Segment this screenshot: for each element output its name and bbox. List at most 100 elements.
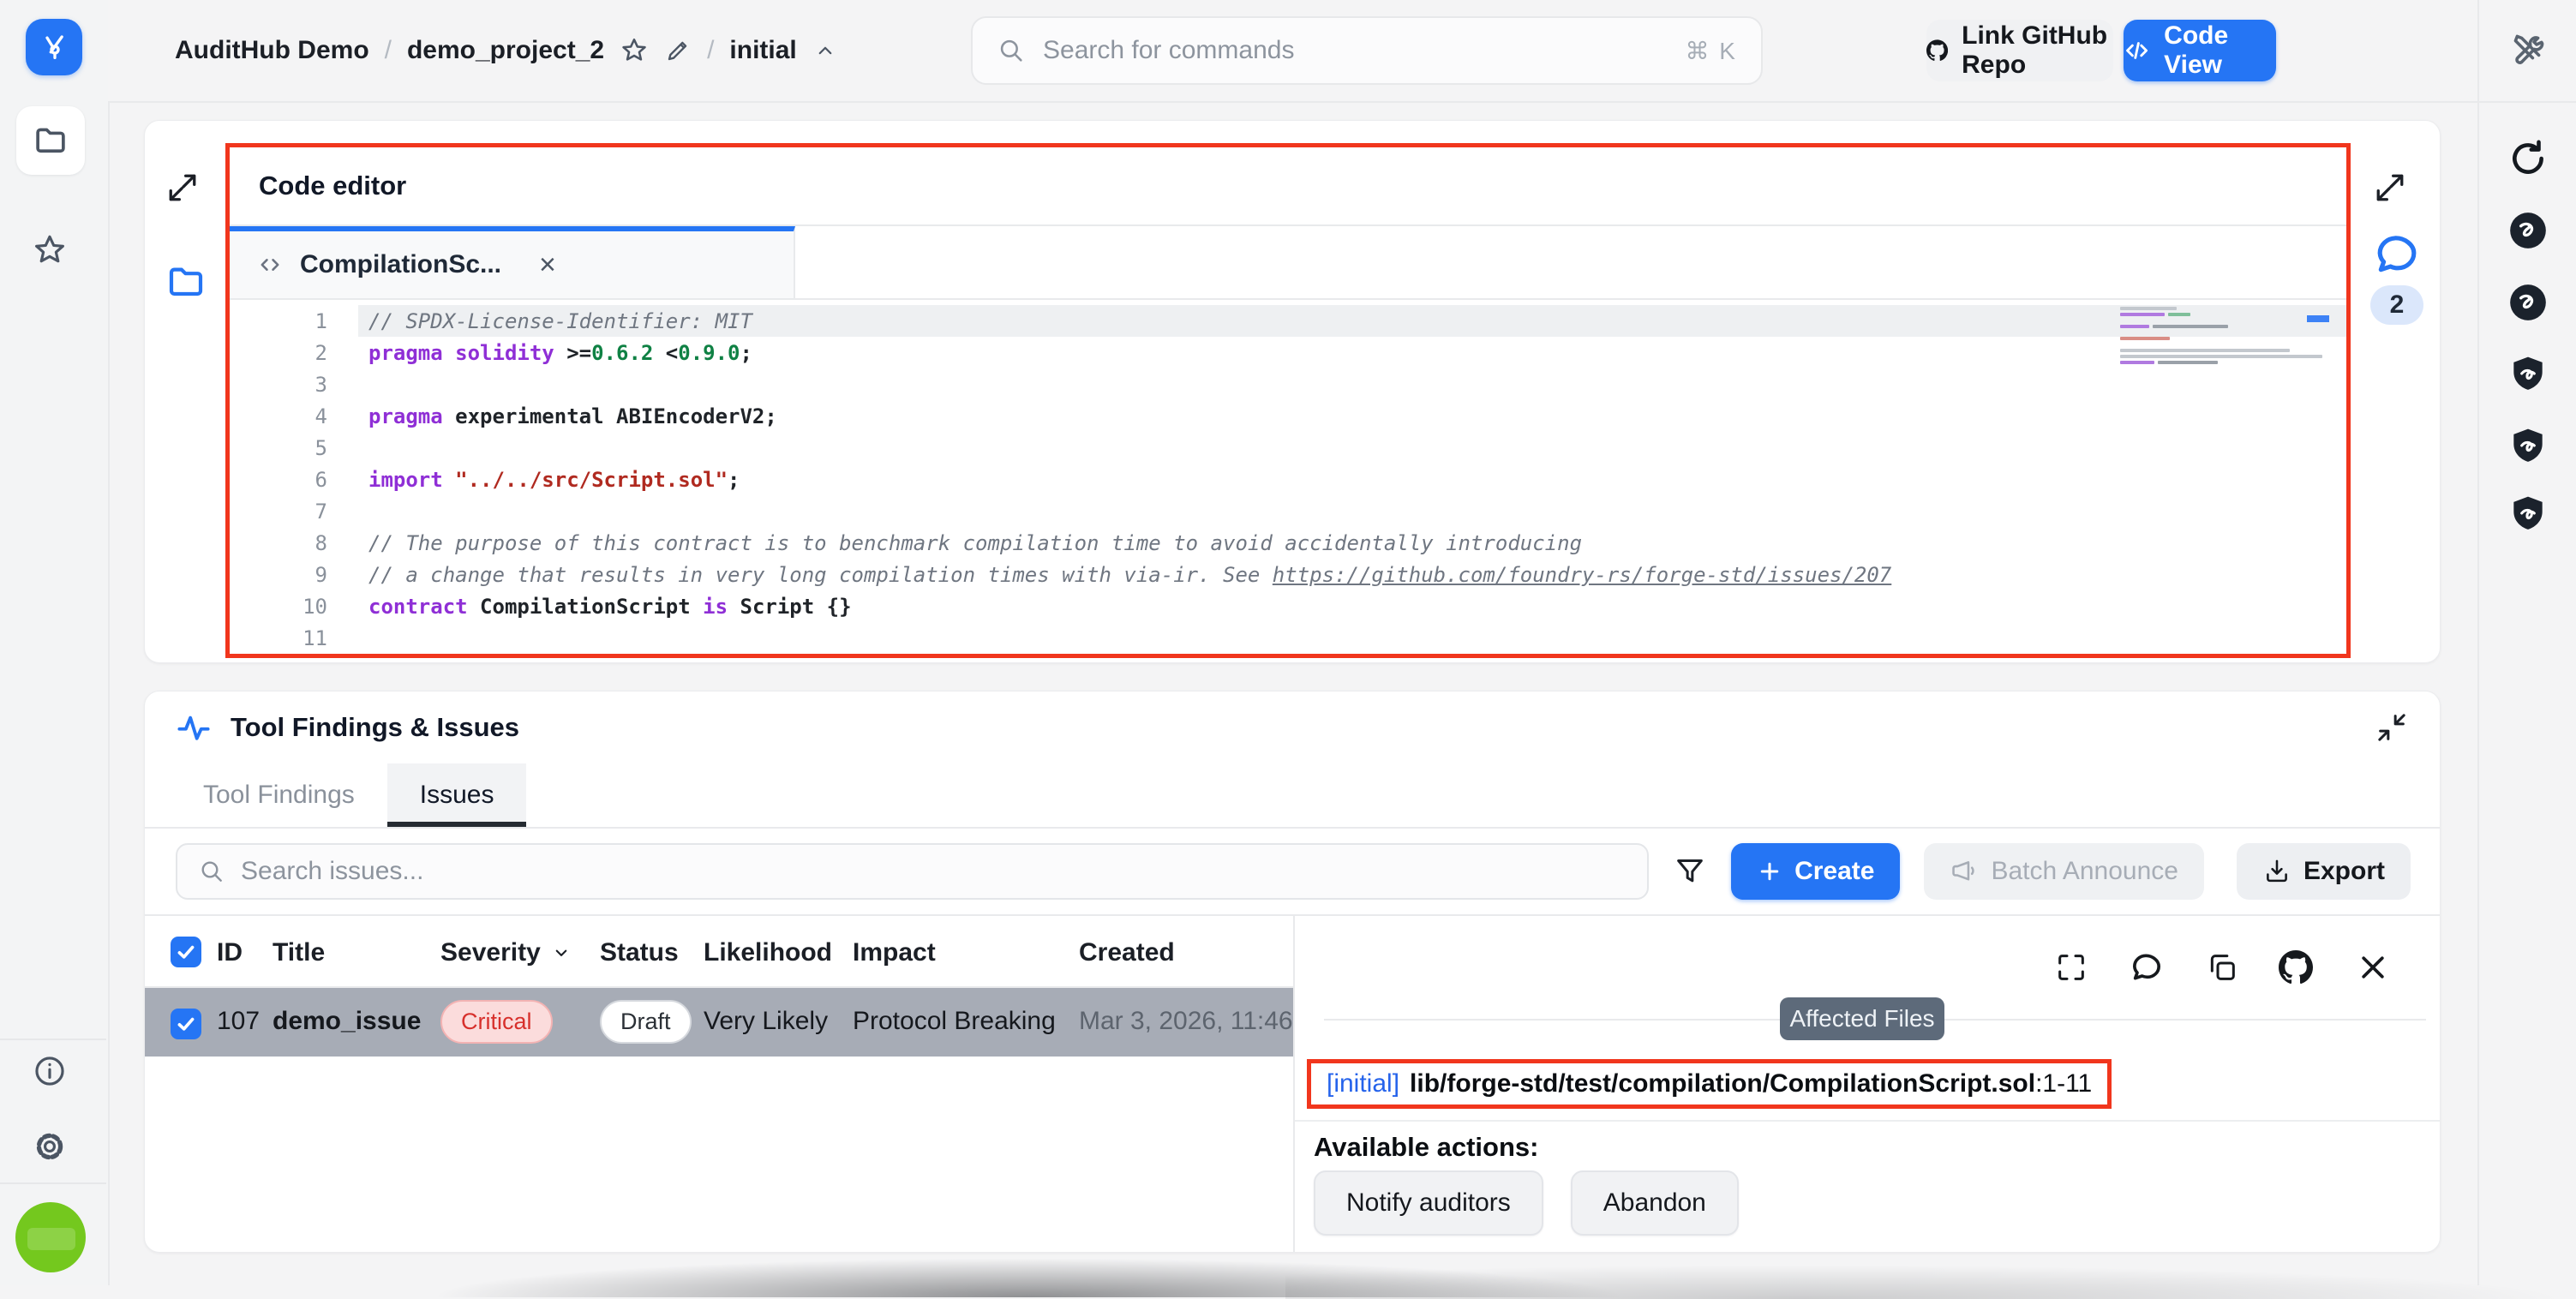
code-view-button[interactable]: Code View	[2124, 20, 2276, 81]
tool-shield-icon[interactable]	[2507, 493, 2549, 536]
line-range: :1-11	[2035, 1069, 2092, 1098]
code-editor-card: 2 Code editor CompilationSc... × 1// SPD…	[144, 120, 2441, 663]
code-line[interactable]: 4pragma experimental ABIEncoderV2;	[230, 400, 2346, 432]
github-icon[interactable]	[2279, 950, 2313, 985]
top-header: AuditHub Demo / demo_project_2 / initial…	[108, 0, 2576, 103]
gear-icon	[32, 1128, 68, 1164]
line-number: 1	[230, 309, 358, 333]
download-icon	[2262, 857, 2291, 886]
tool-logo-round-icon[interactable]	[2507, 281, 2549, 324]
column-header-status[interactable]: Status	[600, 938, 679, 967]
batch-announce-button[interactable]: Batch Announce	[1924, 843, 2204, 900]
chevron-up-icon[interactable]	[812, 38, 838, 63]
copy-icon[interactable]	[2205, 950, 2239, 985]
row-checkbox[interactable]	[171, 1009, 201, 1039]
breadcrumb-separator: /	[707, 36, 714, 65]
command-search-shortcut: ⌘ K	[1686, 37, 1737, 65]
breadcrumb-project[interactable]: demo_project_2	[407, 36, 604, 65]
line-number: 11	[230, 626, 358, 650]
abandon-button[interactable]: Abandon	[1571, 1170, 1739, 1236]
expand-icon[interactable]	[164, 169, 201, 207]
close-icon[interactable]	[2356, 950, 2390, 985]
fullscreen-icon[interactable]	[2054, 950, 2088, 985]
tool-shield-icon[interactable]	[2507, 425, 2549, 468]
issues-search-input[interactable]: Search issues...	[176, 843, 1649, 900]
select-all-checkbox[interactable]	[171, 937, 201, 967]
version-tag[interactable]: [initial]	[1327, 1069, 1399, 1098]
code-line[interactable]: 8// The purpose of this contract is to b…	[230, 527, 2346, 559]
code-line[interactable]: 5	[230, 432, 2346, 464]
notify-auditors-button[interactable]: Notify auditors	[1314, 1170, 1543, 1236]
code-line[interactable]: 9// a change that results in very long c…	[230, 559, 2346, 590]
comments-icon[interactable]	[2373, 230, 2421, 278]
app-logo[interactable]	[26, 19, 82, 75]
collapse-icon[interactable]	[2375, 710, 2409, 745]
issue-row[interactable]: 107demo_issueCriticalDraftVery LikelyPro…	[145, 988, 1293, 1057]
comment-icon[interactable]	[2130, 950, 2164, 985]
tab-tool-findings[interactable]: Tool Findings	[171, 763, 387, 827]
code-line[interactable]: 3	[230, 368, 2346, 400]
tool-shield-icon[interactable]	[2507, 353, 2549, 396]
export-button[interactable]: Export	[2237, 843, 2411, 900]
issues-toolbar: Search issues... Create Batch Announce E…	[145, 829, 2440, 916]
code-file-icon	[255, 250, 285, 279]
comments-count-badge[interactable]: 2	[2370, 285, 2423, 325]
create-label: Create	[1794, 857, 1874, 886]
findings-tabs: Tool Findings Issues	[145, 763, 2440, 829]
favorite-star-icon[interactable]	[620, 36, 649, 65]
search-icon	[997, 36, 1026, 65]
sidebar-item-files[interactable]	[16, 106, 85, 175]
code-line[interactable]: 6import "../../src/Script.sol";	[230, 464, 2346, 495]
command-search-input[interactable]: Search for commands ⌘ K	[971, 16, 1763, 85]
file-tree-folder-icon[interactable]	[165, 261, 207, 302]
file-tab-label: CompilationSc...	[300, 250, 501, 279]
minimap-slider[interactable]	[2307, 315, 2329, 322]
sidebar-item-info[interactable]	[15, 1037, 84, 1105]
findings-header: Tool Findings & Issues	[145, 691, 2440, 763]
line-number: 5	[230, 436, 358, 460]
code-line[interactable]: 1// SPDX-License-Identifier: MIT	[230, 305, 2346, 337]
history-refresh-icon[interactable]	[2507, 137, 2549, 180]
code-editor-panel: Code editor CompilationSc... × 1// SPDX-…	[225, 143, 2351, 658]
check-icon	[175, 941, 197, 963]
code-editor-title: Code editor	[230, 147, 2346, 226]
tool-logo-round-icon[interactable]	[2507, 209, 2549, 252]
filter-funnel-icon[interactable]	[1673, 854, 1707, 889]
minimap[interactable]	[2120, 307, 2324, 367]
create-issue-button[interactable]: Create	[1731, 843, 1900, 900]
command-search-placeholder: Search for commands	[1043, 36, 1686, 65]
rename-pencil-icon[interactable]	[664, 37, 692, 64]
code-line[interactable]: 7	[230, 495, 2346, 527]
code-area[interactable]: 1// SPDX-License-Identifier: MIT2pragma …	[230, 300, 2346, 654]
check-icon	[175, 1013, 197, 1035]
code-line[interactable]: 10contract CompilationScript is Script {…	[230, 590, 2346, 622]
issue-impact: Protocol Breaking	[853, 1007, 1056, 1036]
file-tab[interactable]: CompilationSc... ×	[230, 226, 795, 298]
issue-status: Draft	[600, 1000, 692, 1044]
issues-table-body: 107demo_issueCriticalDraftVery LikelyPro…	[145, 988, 1293, 1057]
github-icon	[1926, 35, 1948, 66]
code-line[interactable]: 11	[230, 622, 2346, 654]
affected-files-badge: Affected Files	[1780, 997, 1944, 1040]
tools-icon[interactable]	[2508, 29, 2549, 70]
expand-icon[interactable]	[2371, 169, 2409, 207]
tab-issues[interactable]: Issues	[387, 763, 527, 827]
sidebar-item-settings[interactable]	[15, 1112, 84, 1181]
column-header-id[interactable]: ID	[217, 938, 243, 967]
column-header-created[interactable]: Created	[1079, 938, 1175, 967]
column-header-severity[interactable]: Severity	[440, 938, 573, 967]
code-lines: 1// SPDX-License-Identifier: MIT2pragma …	[230, 305, 2346, 654]
file-path[interactable]: lib/forge-std/test/compilation/Compilati…	[1410, 1069, 2035, 1098]
available-actions-label: Available actions:	[1314, 1132, 1538, 1163]
breadcrumb-app[interactable]: AuditHub Demo	[175, 36, 369, 65]
user-avatar[interactable]	[15, 1202, 86, 1272]
code-line[interactable]: 2pragma solidity >=0.6.2 <0.9.0;	[230, 337, 2346, 368]
column-header-likelihood[interactable]: Likelihood	[704, 938, 832, 967]
column-header-impact[interactable]: Impact	[853, 938, 936, 967]
column-header-title[interactable]: Title	[273, 938, 325, 967]
tab-close-icon[interactable]: ×	[539, 250, 556, 279]
sidebar-item-favorites[interactable]	[15, 216, 84, 284]
breadcrumb-branch[interactable]: initial	[729, 36, 796, 65]
affected-file-link[interactable]: [initial] lib/forge-std/test/compilation…	[1307, 1059, 2112, 1109]
link-github-repo-button[interactable]: Link GitHub Repo	[1926, 20, 2113, 81]
